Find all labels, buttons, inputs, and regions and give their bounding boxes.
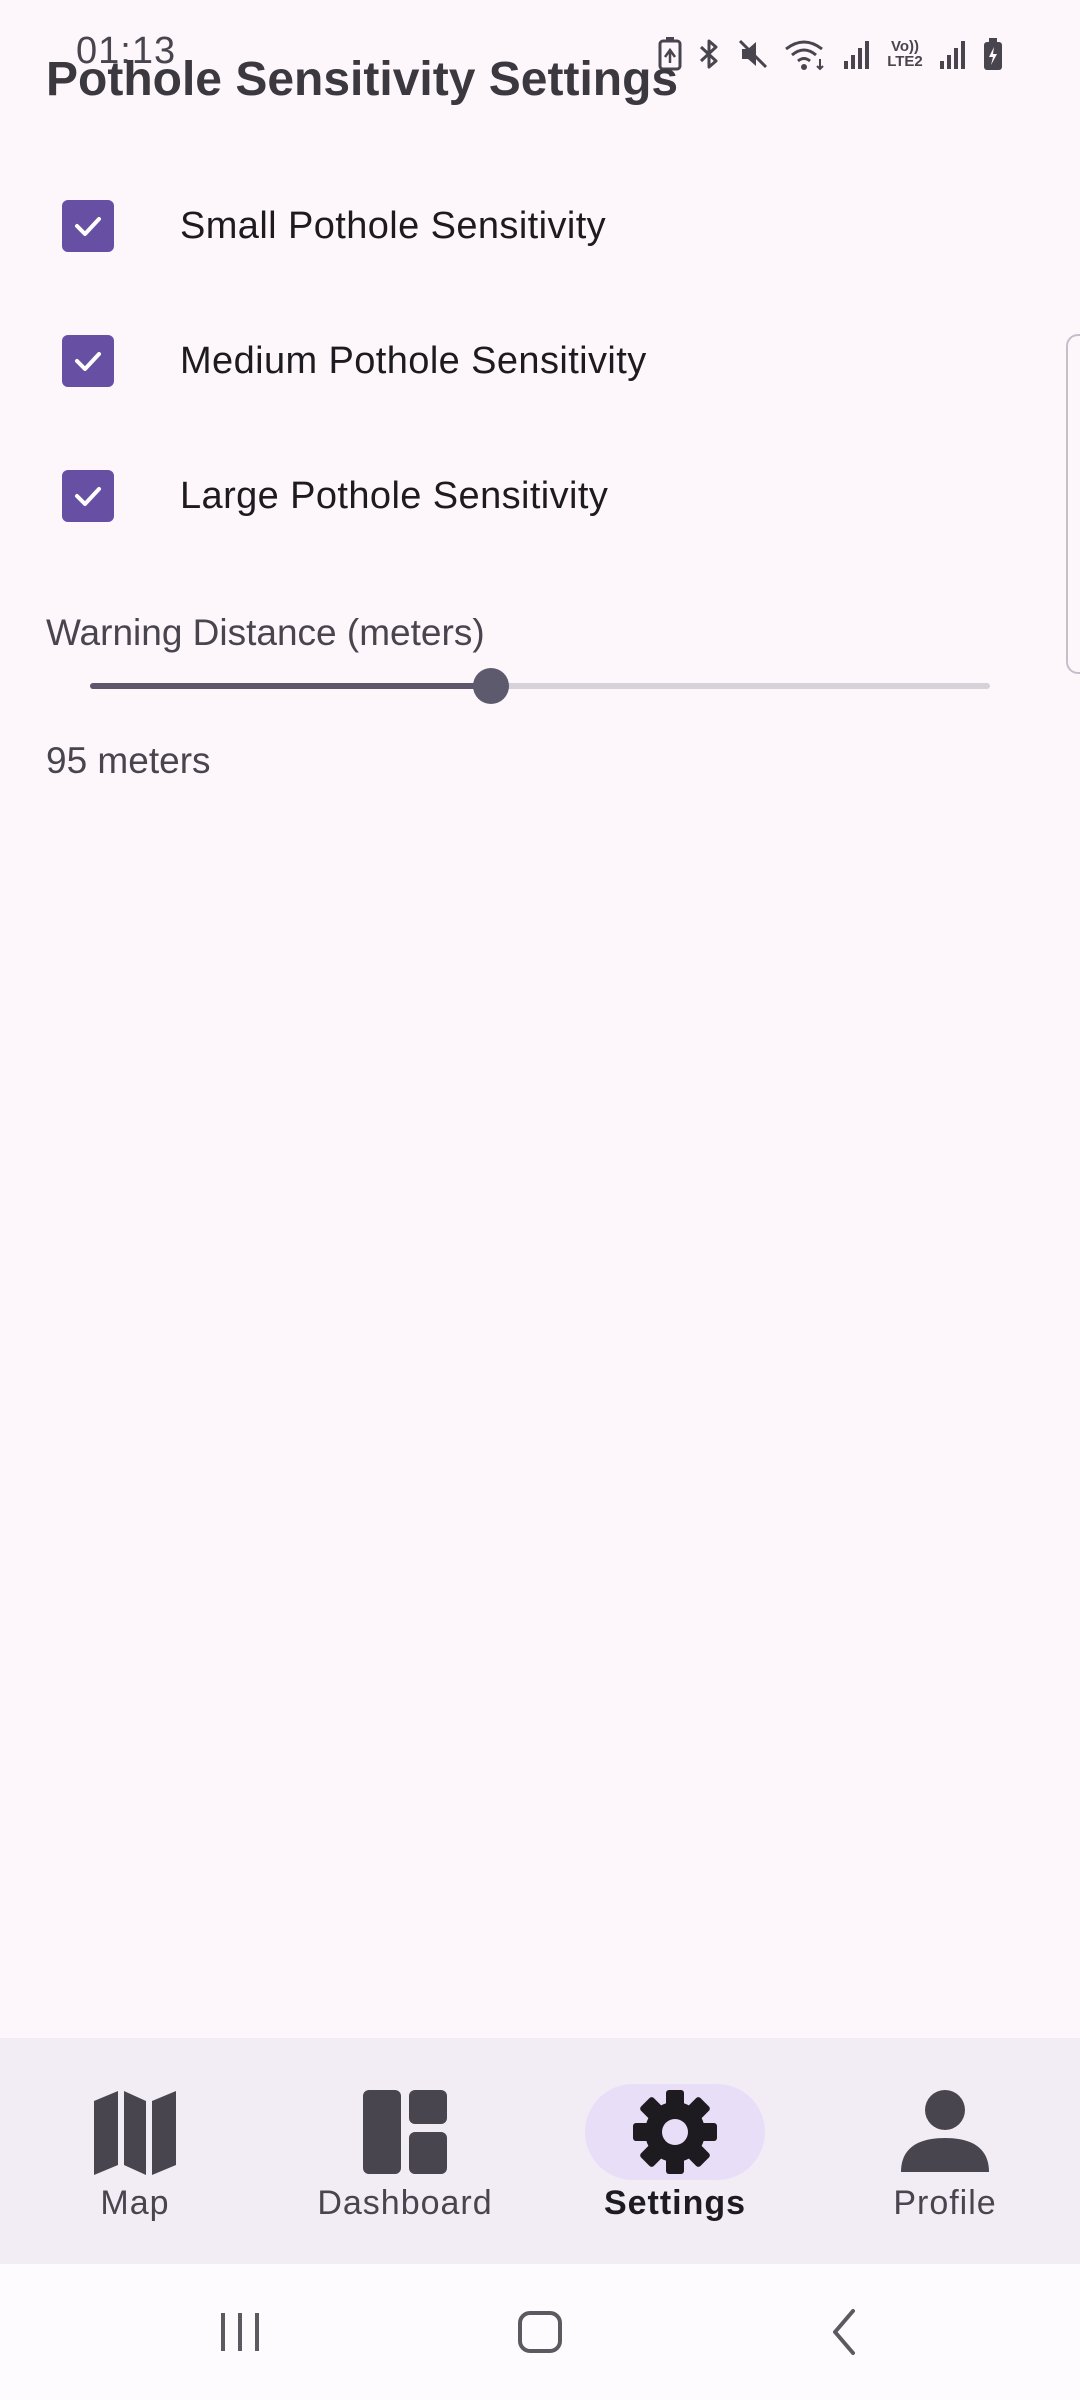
checkmark-icon (75, 217, 101, 236)
small-pothole-label: Small Pothole Sensitivity (180, 204, 607, 247)
page-title: Pothole Sensitivity Settings (46, 53, 679, 106)
signal-icon (842, 39, 872, 69)
volte-icon: Vo)) LTE2 (887, 38, 923, 70)
warning-distance-value: 95 meters (46, 740, 211, 781)
slider-active-track (90, 683, 491, 689)
system-navigation-bar (0, 2264, 1080, 2400)
gear-icon (633, 2090, 717, 2174)
nav-item-map[interactable]: Map (0, 2038, 270, 2264)
map-icon (94, 2091, 176, 2175)
recents-button[interactable] (205, 2302, 275, 2362)
small-pothole-checkbox-row[interactable]: Small Pothole Sensitivity (62, 199, 606, 253)
battery-icon (982, 37, 1004, 71)
nav-label-profile: Profile (893, 2184, 997, 2222)
nav-label-dashboard: Dashboard (317, 2184, 493, 2222)
signal-icon (938, 39, 968, 69)
back-button[interactable] (810, 2302, 880, 2362)
back-icon (833, 2309, 855, 2355)
nav-item-settings[interactable]: Settings (540, 2038, 810, 2264)
small-pothole-checkbox[interactable] (62, 200, 114, 252)
nav-label-settings: Settings (603, 2184, 747, 2222)
bluetooth-icon (696, 37, 722, 71)
nav-label-map: Map (100, 2184, 170, 2222)
checkmark-icon (75, 487, 101, 506)
warning-distance-label: Warning Distance (meters) (46, 612, 485, 653)
nav-item-profile[interactable]: Profile (810, 2038, 1080, 2264)
large-pothole-label: Large Pothole Sensitivity (180, 474, 609, 517)
nav-active-indicator (585, 2084, 765, 2180)
mute-icon (736, 37, 770, 71)
medium-pothole-label: Medium Pothole Sensitivity (180, 339, 647, 382)
dashboard-icon (363, 2090, 447, 2174)
large-pothole-checkbox[interactable] (62, 470, 114, 522)
recents-icon (221, 2313, 259, 2351)
person-icon (901, 2090, 989, 2172)
medium-pothole-checkbox[interactable] (62, 335, 114, 387)
large-pothole-checkbox-row[interactable]: Large Pothole Sensitivity (62, 469, 608, 523)
home-button[interactable] (506, 2302, 576, 2362)
warning-distance-slider[interactable] (90, 666, 990, 706)
nav-item-dashboard[interactable]: Dashboard (270, 2038, 540, 2264)
bottom-navigation: Map Dashboard Settings Profile (0, 2038, 1080, 2264)
status-icons: Vo)) LTE2 (658, 34, 1004, 74)
home-icon (518, 2311, 562, 2353)
checkmark-icon (75, 352, 101, 371)
slider-thumb[interactable] (472, 668, 509, 704)
wifi-icon (784, 37, 828, 71)
medium-pothole-checkbox-row[interactable]: Medium Pothole Sensitivity (62, 334, 647, 388)
edge-panel-handle[interactable] (1066, 334, 1080, 674)
